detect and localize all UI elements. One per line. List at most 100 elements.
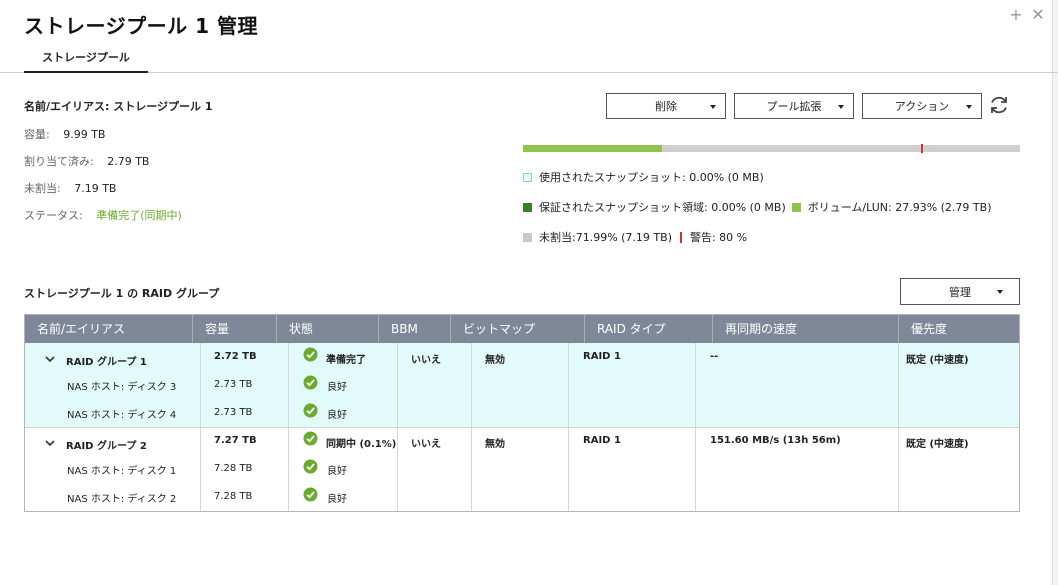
warning-threshold-marker xyxy=(921,144,923,153)
volume-usage-fill xyxy=(523,145,662,152)
disk-1-status: 良好 xyxy=(327,466,347,477)
raid-group-2-resync-speed: 151.60 MB/s (13h 56m) xyxy=(710,435,841,446)
snapshot-guaranteed-swatch xyxy=(523,202,532,212)
caret-down-icon xyxy=(997,290,1003,294)
action-label: アクション xyxy=(894,100,950,113)
col-divider xyxy=(695,343,696,511)
col-bbm[interactable]: BBM xyxy=(379,315,451,343)
raid-group-1-name[interactable]: RAID グループ 1 xyxy=(66,353,147,368)
action-dropdown-button[interactable]: アクション xyxy=(862,93,982,119)
raid-group-2-bitmap: 無効 xyxy=(485,439,505,450)
raid-group-2-name[interactable]: RAID グループ 2 xyxy=(66,437,147,452)
raid-group-1-raid-type: RAID 1 xyxy=(583,351,621,362)
disk-3-status: 良好 xyxy=(327,382,347,393)
raid-group-2-priority: 既定 (中速度) xyxy=(906,439,969,450)
refresh-icon[interactable] xyxy=(988,94,1010,116)
col-bitmap[interactable]: ビットマップ xyxy=(451,315,585,343)
raid-section-title: ストレージプール 1 の RAID グループ xyxy=(24,287,220,300)
add-icon[interactable]: + xyxy=(1008,6,1024,24)
status-row: ステータス: 準備完了(同期中) xyxy=(24,209,213,236)
caret-down-icon xyxy=(710,105,716,109)
raid-group-2-capacity: 7.27 TB xyxy=(214,435,257,446)
disk-4-name[interactable]: NAS ホスト: ディスク 4 xyxy=(67,406,176,421)
window-controls: + ✕ xyxy=(1008,6,1046,24)
check-circle-icon xyxy=(303,375,318,390)
col-divider xyxy=(471,343,472,511)
volume-swatch xyxy=(791,202,801,212)
unallocated-value: 7.19 TB xyxy=(74,182,117,195)
manage-dropdown-button[interactable]: 管理 xyxy=(900,278,1020,305)
check-circle-icon xyxy=(303,459,318,474)
legend-warning-text: 警告: 80 % xyxy=(689,231,748,244)
capacity-value: 9.99 TB xyxy=(63,128,106,141)
col-name[interactable]: 名前/エイリアス xyxy=(25,315,193,343)
unallocated-row: 未割当: 7.19 TB xyxy=(24,182,213,209)
unallocated-label: 未割当: xyxy=(24,182,61,195)
capacity-label: 容量: xyxy=(24,128,50,141)
expand-label: プール拡張 xyxy=(766,100,822,113)
col-divider xyxy=(568,343,569,511)
col-capacity[interactable]: 容量 xyxy=(193,315,277,343)
tab-storage-pool[interactable]: ストレージプール xyxy=(24,44,148,73)
usage-bar xyxy=(523,144,1020,153)
action-toolbar: 削除 プール拡張 アクション xyxy=(606,93,982,119)
disk-2-capacity: 7.28 TB xyxy=(214,491,253,502)
check-circle-icon xyxy=(303,403,318,418)
legend-snapshot-guaranteed-text: 保証されたスナップショット領域: 0.00% (0 MB) xyxy=(539,201,786,214)
raid-group-2-raid-type: RAID 1 xyxy=(583,435,621,446)
raid-group-1-bitmap: 無効 xyxy=(485,355,505,366)
raid-group-2-status: 同期中 (0.1%) xyxy=(326,439,397,450)
col-raid-type[interactable]: RAID タイプ xyxy=(585,315,713,343)
caret-down-icon xyxy=(838,105,844,109)
raid-group-1-priority: 既定 (中速度) xyxy=(906,355,969,366)
raid-group-table: 名前/エイリアス 容量 状態 BBM ビットマップ RAID タイプ 再同期の速… xyxy=(24,314,1020,512)
delete-dropdown-button[interactable]: 削除 xyxy=(606,93,726,119)
legend-volume-text: ボリューム/LUN: 27.93% (2.79 TB) xyxy=(807,201,992,214)
capacity-row: 容量: 9.99 TB xyxy=(24,128,213,155)
disk-3-capacity: 2.73 TB xyxy=(214,379,253,390)
status-label: ステータス: xyxy=(24,209,83,222)
storage-pool-window: ストレージプール 1 管理 + ✕ ストレージプール 名前/エイリアス: ストレ… xyxy=(0,0,1058,585)
window-edge xyxy=(1052,0,1058,585)
disk-2-name[interactable]: NAS ホスト: ディスク 2 xyxy=(67,490,176,505)
allocated-row: 割り当て済み: 2.79 TB xyxy=(24,155,213,182)
col-resync-speed[interactable]: 再同期の速度 xyxy=(713,315,899,343)
allocated-label: 割り当て済み: xyxy=(24,155,94,168)
raid-group-2-bbm: いいえ xyxy=(411,439,441,450)
raid-group-1-status: 準備完了 xyxy=(326,355,366,366)
delete-label: 削除 xyxy=(655,100,677,113)
col-divider xyxy=(288,343,289,511)
pool-name: 名前/エイリアス: ストレージプール 1 xyxy=(24,100,213,113)
legend-row-2: 保証されたスナップショット領域: 0.00% (0 MB) ボリューム/LUN:… xyxy=(523,199,991,215)
allocated-value: 2.79 TB xyxy=(107,155,150,168)
legend-unallocated-text: 未割当:71.99% (7.19 TB) xyxy=(539,231,672,244)
col-divider xyxy=(397,343,398,511)
col-divider xyxy=(200,343,201,511)
raid-group-1-capacity: 2.72 TB xyxy=(214,351,257,362)
disk-1-capacity: 7.28 TB xyxy=(214,463,253,474)
legend-snapshot-used: 使用されたスナップショット: 0.00% (0 MB) xyxy=(523,169,764,185)
disk-2-status: 良好 xyxy=(327,494,347,505)
unallocated-swatch xyxy=(523,232,532,242)
group-divider xyxy=(25,427,1019,428)
check-circle-icon xyxy=(303,347,318,362)
check-circle-icon xyxy=(303,431,318,446)
manage-label: 管理 xyxy=(949,285,971,299)
check-circle-icon xyxy=(303,487,318,502)
disk-1-name[interactable]: NAS ホスト: ディスク 1 xyxy=(67,462,176,477)
col-divider xyxy=(898,343,899,511)
expand-pool-dropdown-button[interactable]: プール拡張 xyxy=(734,93,854,119)
chevron-down-icon[interactable] xyxy=(45,354,55,364)
raid-group-1-bbm: いいえ xyxy=(411,355,441,366)
status-value: 準備完了(同期中) xyxy=(96,209,182,222)
col-priority[interactable]: 優先度 xyxy=(899,315,1019,343)
raid-group-1-resync-speed: -- xyxy=(710,351,719,362)
col-status[interactable]: 状態 xyxy=(277,315,379,343)
window-title: ストレージプール 1 管理 xyxy=(24,14,258,38)
legend-snapshot-used-text: 使用されたスナップショット: 0.00% (0 MB) xyxy=(539,171,764,184)
pool-info: 名前/エイリアス: ストレージプール 1 容量: 9.99 TB 割り当て済み:… xyxy=(24,98,213,236)
disk-3-name[interactable]: NAS ホスト: ディスク 3 xyxy=(67,378,176,393)
chevron-down-icon[interactable] xyxy=(45,438,55,448)
close-icon[interactable]: ✕ xyxy=(1030,6,1046,24)
disk-4-status: 良好 xyxy=(327,410,347,421)
